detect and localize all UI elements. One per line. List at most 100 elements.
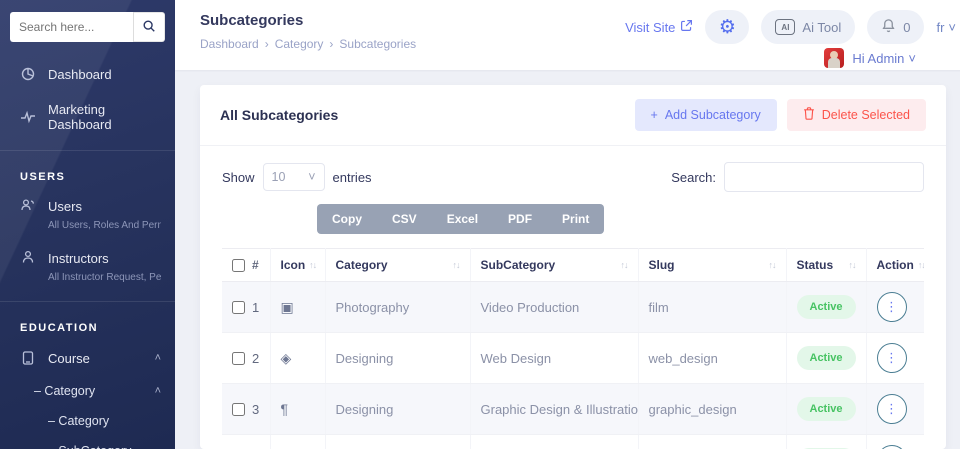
- sidebar-item-label: Users: [48, 199, 82, 214]
- sidebar-item-category[interactable]: – Category: [0, 406, 175, 436]
- table-search-input[interactable]: [724, 162, 924, 192]
- print-button[interactable]: Print: [547, 204, 604, 234]
- row-checkbox[interactable]: [232, 352, 245, 365]
- cell-slug: web: [638, 435, 786, 449]
- subcategories-table: # Icon↑↓ Category↑↓ SubCategory↑↓ Slug↑↓…: [222, 248, 924, 449]
- pdf-button[interactable]: PDF: [493, 204, 547, 234]
- sort-icon: ↑↓: [769, 260, 776, 270]
- entries-value: 10: [272, 170, 286, 184]
- col-header-icon[interactable]: Icon↑↓: [270, 249, 325, 282]
- sidebar-item-subcategory[interactable]: – SubCategory: [0, 436, 175, 449]
- table-row: 1 ▣ Photography Video Production film Ac…: [222, 282, 924, 333]
- status-badge: Active: [797, 346, 856, 370]
- col-header-category[interactable]: Category↑↓: [325, 249, 470, 282]
- sidebar-item-marketing-dashboard[interactable]: Marketing Dashboard: [0, 92, 175, 142]
- row-actions-button[interactable]: ⋮: [877, 394, 907, 424]
- row-checkbox[interactable]: [232, 403, 245, 416]
- chevron-up-icon: ˄: [155, 385, 161, 397]
- sidebar-divider: [0, 301, 175, 302]
- sidebar-search-input[interactable]: [10, 12, 133, 42]
- cell-slug: graphic_design: [638, 384, 786, 435]
- status-badge: Active: [797, 295, 856, 319]
- excel-button[interactable]: Excel: [432, 204, 493, 234]
- sidebar-item-course[interactable]: Course ˄: [0, 340, 175, 376]
- dots-vertical-icon: ⋮: [885, 350, 898, 366]
- sidebar-item-label: – Category: [48, 414, 109, 428]
- sidebar-item-label: – SubCategory: [48, 444, 131, 449]
- settings-button[interactable]: ⚙: [705, 10, 749, 44]
- row-number: 1: [252, 300, 259, 315]
- users-icon: [20, 197, 36, 216]
- sidebar-item-instructors[interactable]: Instructors All Instructor Request, Pend…: [0, 241, 175, 293]
- dots-vertical-icon: ⋮: [885, 401, 898, 417]
- copy-button[interactable]: Copy: [317, 204, 377, 234]
- row-checkbox[interactable]: [232, 301, 245, 314]
- card-title: All Subcategories: [220, 107, 338, 123]
- bell-icon: [881, 18, 896, 36]
- row-actions-button[interactable]: ⋮: [877, 292, 907, 322]
- file-video-icon: ▣: [281, 299, 294, 315]
- activity-icon: [20, 109, 36, 125]
- book-icon: [20, 350, 36, 366]
- search-icon: [142, 19, 156, 36]
- main-area: Subcategories Dashboard › Category › Sub…: [175, 0, 960, 449]
- sort-icon: ↑↓: [309, 260, 316, 270]
- col-header-num: #: [222, 249, 270, 282]
- ai-tool-button[interactable]: AI Ai Tool: [761, 10, 855, 44]
- show-label: Show: [222, 170, 255, 185]
- col-header-slug[interactable]: Slug↑↓: [638, 249, 786, 282]
- row-actions-button[interactable]: ⋮: [877, 445, 907, 449]
- sidebar: Dashboard Marketing Dashboard USERS User…: [0, 0, 175, 449]
- chevron-up-icon: ˄: [155, 352, 161, 364]
- col-header-subcategory[interactable]: SubCategory↑↓: [470, 249, 638, 282]
- cell-category: Designing: [325, 384, 470, 435]
- show-entries: Show 10 ˅ entries: [222, 163, 372, 191]
- row-actions-button[interactable]: ⋮: [877, 343, 907, 373]
- breadcrumb-category[interactable]: Category: [275, 37, 324, 51]
- row-number: 2: [252, 351, 259, 366]
- visit-site-link[interactable]: Visit Site: [625, 19, 693, 35]
- dots-vertical-icon: ⋮: [885, 299, 898, 315]
- delete-selected-button[interactable]: Delete Selected: [787, 99, 926, 131]
- sidebar-item-dashboard[interactable]: Dashboard: [0, 56, 175, 92]
- sidebar-section-users: USERS: [0, 159, 175, 189]
- notification-count: 0: [903, 20, 910, 35]
- csv-button[interactable]: CSV: [377, 204, 432, 234]
- user-menu[interactable]: Hi Admin ˅: [824, 48, 916, 68]
- table-search: Search:: [671, 162, 924, 192]
- entries-select[interactable]: 10 ˅: [263, 163, 325, 191]
- avatar: [824, 48, 844, 68]
- cell-slug: film: [638, 282, 786, 333]
- col-header-status[interactable]: Status↑↓: [786, 249, 866, 282]
- sidebar-section-education: EDUCATION: [0, 310, 175, 340]
- add-subcategory-button[interactable]: + Add Subcategory: [635, 99, 777, 131]
- page-title: Subcategories: [200, 12, 416, 29]
- sort-icon: ↑↓: [621, 260, 628, 270]
- table-row: 3 ¶ Designing Graphic Design & Illustrat…: [222, 384, 924, 435]
- col-header-action[interactable]: Action↑↓: [866, 249, 924, 282]
- cell-subcategory: Web Development: [470, 435, 638, 449]
- language-selector[interactable]: fr ˅: [936, 20, 956, 35]
- sort-icon: ↑↓: [453, 260, 460, 270]
- pilcrow-icon: ¶: [281, 401, 289, 417]
- cell-category: Development: [325, 435, 470, 449]
- sidebar-item-users[interactable]: Users All Users, Roles And Permission: [0, 189, 175, 241]
- select-all-checkbox[interactable]: [232, 259, 245, 272]
- breadcrumb-subcategories: Subcategories: [339, 37, 416, 51]
- sketch-diamond-icon: ◈: [281, 350, 292, 366]
- breadcrumb-dashboard[interactable]: Dashboard: [200, 37, 259, 51]
- table-row: 4 (▲) Development Web Development web Ac…: [222, 435, 924, 449]
- sort-icon: ↑↓: [849, 260, 856, 270]
- topbar-actions: Visit Site ⚙ AI Ai Tool 0: [625, 10, 956, 70]
- caret-down-icon: ˅: [908, 51, 916, 66]
- greeting-label: Hi Admin: [852, 51, 904, 66]
- table-row: 2 ◈ Designing Web Design web_design Acti…: [222, 333, 924, 384]
- sidebar-search-button[interactable]: [133, 12, 165, 42]
- content: All Subcategories + Add Subcategory Dele…: [175, 70, 960, 449]
- sidebar-item-category-parent[interactable]: – Category ˄: [0, 376, 175, 406]
- card-body: Show 10 ˅ entries Search: Copy CSV: [200, 146, 946, 449]
- trash-icon: [803, 107, 815, 123]
- caret-down-icon: ˅: [948, 20, 956, 35]
- delete-selected-label: Delete Selected: [822, 108, 910, 122]
- notifications-button[interactable]: 0: [867, 10, 924, 44]
